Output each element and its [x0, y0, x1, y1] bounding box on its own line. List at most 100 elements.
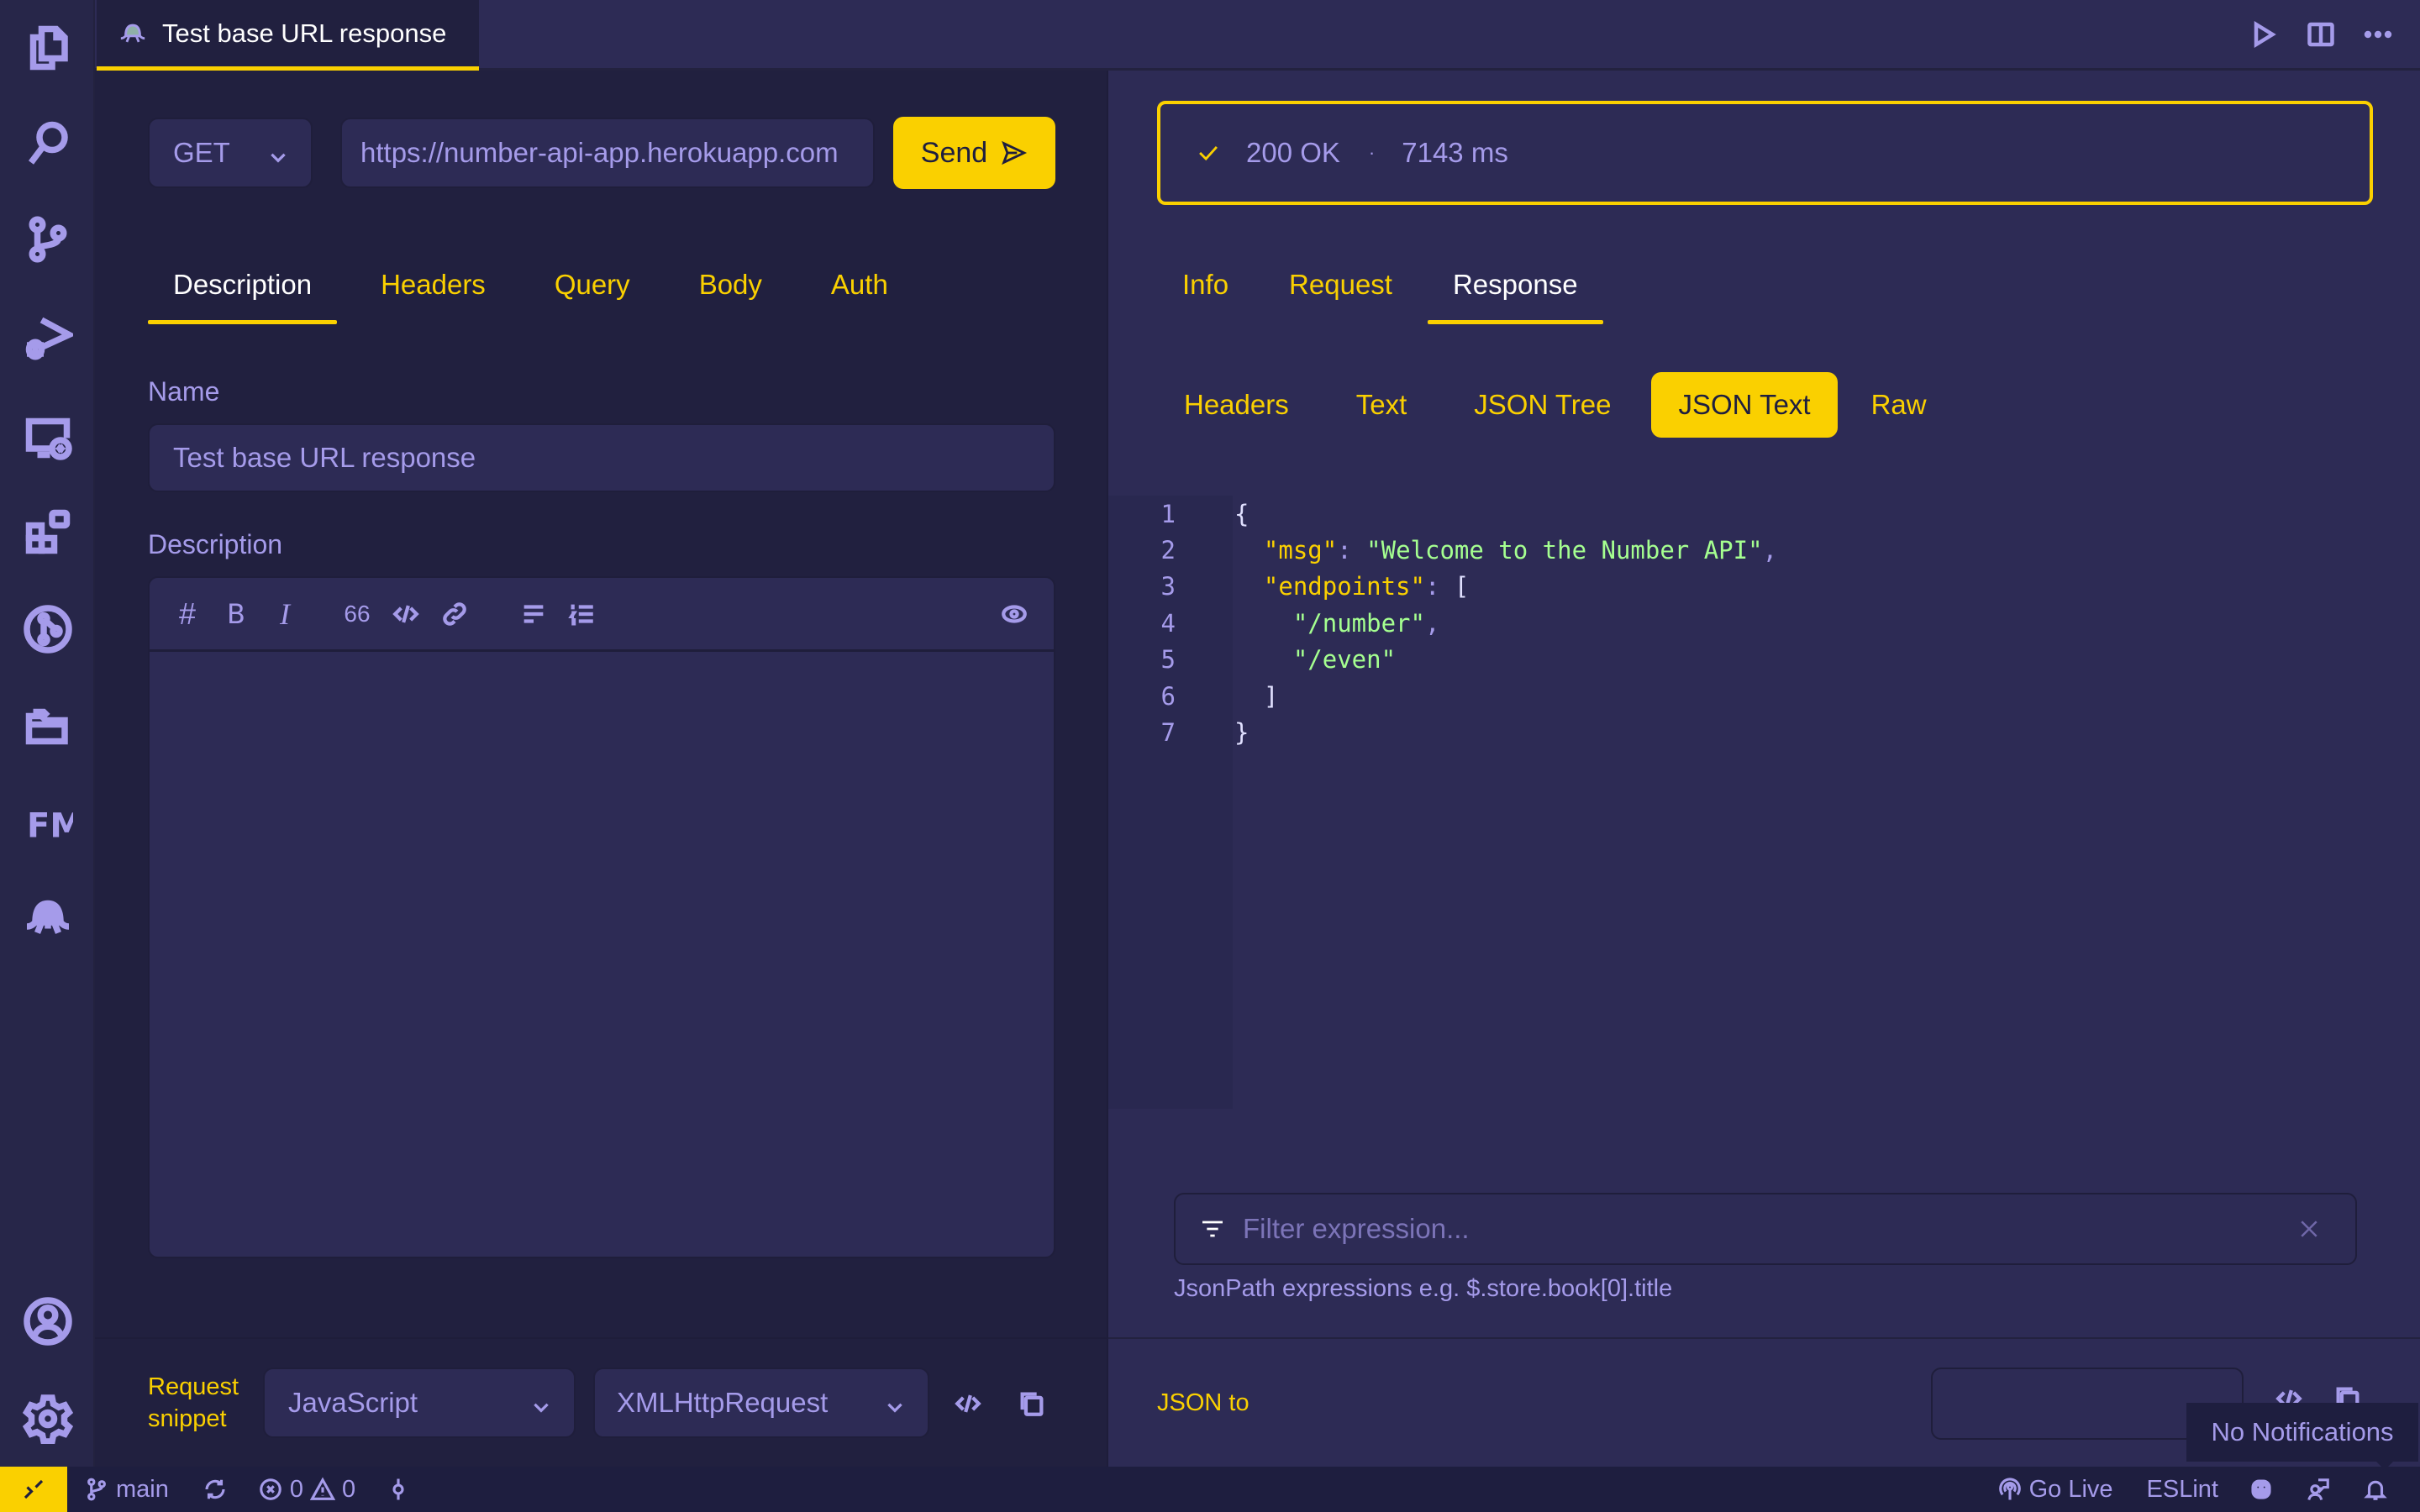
tab-query[interactable]: Query: [529, 269, 655, 324]
notification-toast-text: No Notifications: [2211, 1417, 2394, 1446]
code-line: 1{: [1108, 496, 2420, 532]
octopus-icon[interactable]: [22, 892, 74, 944]
more-icon[interactable]: [2361, 15, 2395, 54]
subtab-text[interactable]: Text: [1329, 372, 1434, 438]
bell-icon: [2364, 1480, 2387, 1500]
filter-placeholder: Filter expression...: [1243, 1213, 1470, 1244]
description-label: Description: [148, 529, 283, 559]
fm-icon[interactable]: FM: [22, 796, 74, 848]
code-token: "/even": [1292, 645, 1397, 675]
branch-icon: [87, 1478, 106, 1501]
filter-input[interactable]: Filter expression...: [1174, 1193, 2357, 1265]
quote-icon[interactable]: 66: [339, 596, 375, 632]
response-status-box: 200 OK · 7143 ms: [1157, 101, 2373, 205]
tab-response[interactable]: Response: [1427, 269, 1603, 324]
tab-body[interactable]: Body: [674, 269, 787, 324]
subtab-label: Headers: [1184, 389, 1289, 420]
split-editor-icon[interactable]: [2304, 15, 2338, 54]
json-to-label: JSON to: [1157, 1389, 1249, 1416]
divider: [95, 1337, 1107, 1339]
line-number: 5: [1160, 645, 1176, 675]
code-token: ,: [1424, 608, 1440, 638]
tab-label: Headers: [381, 269, 486, 300]
notifications-button[interactable]: [2363, 1477, 2388, 1502]
generate-code-icon[interactable]: [950, 1386, 986, 1421]
description-editor[interactable]: # B I 66: [148, 576, 1055, 1258]
gear-icon[interactable]: [22, 1393, 74, 1445]
copilot-button[interactable]: [2249, 1477, 2274, 1502]
heading-icon[interactable]: #: [170, 596, 205, 632]
remote-indicator[interactable]: [0, 1467, 67, 1512]
source-control-icon[interactable]: [22, 213, 74, 265]
bullet-list-icon[interactable]: [516, 596, 551, 632]
editor-tab-title: Test base URL response: [162, 18, 447, 48]
method-select[interactable]: GET: [148, 118, 313, 188]
editor-tab-bar: Test base URL response: [95, 0, 2420, 71]
copilot-icon: [2251, 1479, 2271, 1499]
search-icon[interactable]: [22, 118, 74, 170]
files-icon[interactable]: [22, 22, 74, 74]
response-tabs: Info Request Response: [1157, 269, 1603, 324]
snippet-language-select[interactable]: JavaScript: [263, 1368, 576, 1438]
italic-icon[interactable]: I: [267, 596, 302, 632]
branch-indicator[interactable]: main: [84, 1476, 169, 1504]
copy-icon[interactable]: [1014, 1386, 1050, 1421]
line-content: ]: [1234, 682, 1278, 711]
activity-bar: FM: [0, 0, 95, 1467]
tab-label: Auth: [830, 269, 888, 300]
tab-info[interactable]: Info: [1157, 269, 1254, 324]
folders-icon[interactable]: [22, 701, 74, 753]
request-panel: GET https://number-api-app.herokuapp.com…: [95, 71, 1107, 1467]
line-content: {: [1234, 500, 1249, 528]
subtab-raw[interactable]: Raw: [1844, 372, 1954, 438]
method-value: GET: [173, 137, 230, 168]
error-count: 0: [289, 1475, 303, 1503]
snippet-library-select[interactable]: XMLHttpRequest: [593, 1368, 929, 1438]
send-button[interactable]: Send: [893, 117, 1055, 189]
tab-auth[interactable]: Auth: [806, 269, 913, 324]
sync-button[interactable]: [203, 1477, 228, 1502]
numbered-list-icon[interactable]: [565, 596, 600, 632]
json-viewer[interactable]: 1{2 "msg": "Welcome to the Number API", 3…: [1108, 496, 2420, 1109]
code-token: :: [1424, 572, 1455, 601]
gitlens-icon[interactable]: [22, 603, 74, 655]
go-live-button[interactable]: Go Live: [1997, 1476, 2113, 1504]
tab-request[interactable]: Request: [1264, 269, 1418, 324]
eslint-button[interactable]: ESLint: [2147, 1476, 2218, 1504]
subtab-json-tree[interactable]: JSON Tree: [1447, 372, 1638, 438]
line-content: "/number",: [1234, 608, 1440, 638]
preview-icon[interactable]: [997, 596, 1032, 632]
snippet-label-line: snippet: [148, 1405, 227, 1432]
run-debug-icon[interactable]: [22, 311, 74, 363]
code-token: "endpoints": [1263, 572, 1425, 601]
url-value: https://number-api-app.herokuapp.com: [360, 137, 839, 168]
editor-tab[interactable]: Test base URL response: [97, 0, 479, 71]
git-commit-icon: [392, 1478, 404, 1500]
code-icon[interactable]: [388, 596, 424, 632]
send-label: Send: [920, 136, 988, 169]
feedback-button[interactable]: [2306, 1477, 2331, 1502]
tab-description[interactable]: Description: [148, 269, 338, 324]
commit-indicator[interactable]: [386, 1477, 411, 1502]
run-icon[interactable]: [2247, 15, 2281, 54]
problems-indicator[interactable]: 0 0: [258, 1476, 355, 1504]
account-icon[interactable]: [22, 1295, 74, 1347]
subtab-headers[interactable]: Headers: [1157, 372, 1316, 438]
name-input[interactable]: Test base URL response: [148, 423, 1055, 492]
bold-icon[interactable]: B: [218, 596, 254, 632]
link-icon[interactable]: [437, 596, 472, 632]
line-content: }: [1234, 718, 1249, 747]
snippet-label-line: Request: [148, 1373, 239, 1400]
code-token: }: [1234, 718, 1249, 748]
response-panel: 200 OK · 7143 ms Info Request Response H…: [1107, 71, 2420, 1467]
subtab-json-text[interactable]: JSON Text: [1651, 372, 1838, 438]
remote-explorer-icon[interactable]: [22, 410, 74, 462]
clear-filter-icon[interactable]: [2296, 1216, 2322, 1242]
extensions-icon[interactable]: [22, 506, 74, 558]
url-input[interactable]: https://number-api-app.herokuapp.com: [340, 118, 875, 188]
chevron-down-icon: [530, 1393, 552, 1425]
tab-headers[interactable]: Headers: [355, 269, 511, 324]
octopus-icon: [120, 24, 145, 42]
name-value: Test base URL response: [173, 442, 476, 473]
